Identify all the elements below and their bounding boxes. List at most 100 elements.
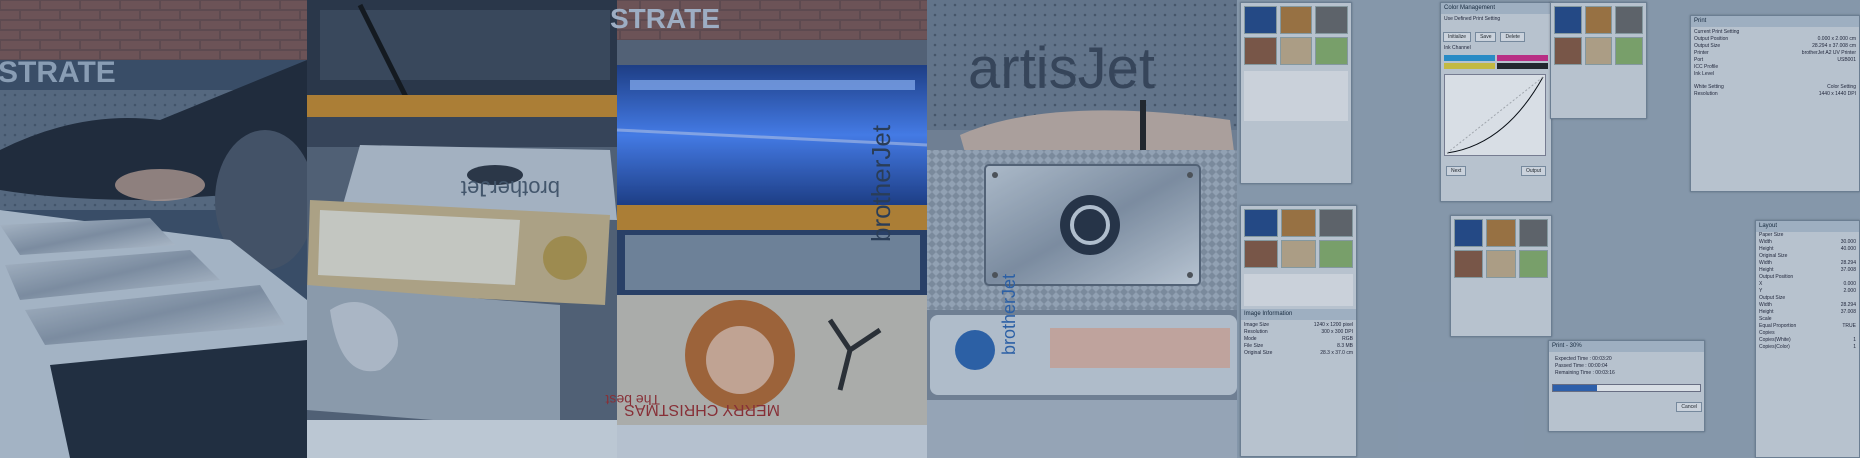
tin-label-2: brotherJet [866,124,896,242]
ink-channel-label: Ink Channel [1444,45,1471,51]
thumbnail[interactable] [1318,209,1353,237]
layout-field: Scale [1759,316,1772,322]
print-fields: Current Print Setting Output Position 0.0… [1691,27,1859,78]
yellow-swatch [1444,63,1495,69]
thumbnail[interactable] [1281,209,1316,237]
thumbnail[interactable] [1318,240,1353,268]
layout-fields: Paper Size Width 30.000 Height 40.000 Orig… [1756,232,1859,351]
output-button[interactable]: Output [1520,166,1546,176]
layout-field[interactable]: X 0.000 [1756,281,1859,288]
save-button[interactable]: Save [1475,32,1497,42]
wall-text: STRATE [0,56,116,89]
print-field: Output Position 0.000 x 2.000 cm [1694,36,1856,42]
thumbnail[interactable] [1518,250,1548,278]
resolution-row[interactable]: Resolution 1440 x 1440 DPI [1691,91,1859,98]
magenta-swatch [1497,55,1548,61]
layout-field[interactable]: Y 2.000 [1756,288,1859,295]
thumbnail[interactable] [1454,219,1484,247]
photo-panel-4: artisJet brotherJet [927,0,1237,458]
layout-field[interactable]: Copies(White) 1 [1756,337,1859,344]
layout-field: Paper Size [1759,232,1784,238]
layout-field[interactable]: Copies(Color) 1 [1756,344,1859,351]
photo-panel-2: brotherJet [307,0,617,458]
layout-field[interactable]: Width 28.294 [1756,302,1859,309]
thumbnail[interactable] [1615,6,1643,34]
info-row: Image Size 1240 x 1200 pixel [1244,322,1353,328]
thumbnail[interactable] [1315,6,1348,34]
print-field: Printer brotherJet A2 UV Printer [1694,50,1856,56]
print-field: Ink Level [1694,71,1715,77]
thumbnail[interactable] [1486,219,1516,247]
brotherjet-label: brotherJet [999,274,1019,355]
setting-headers: White Setting Color Setting [1694,84,1856,90]
expected-time: Expected Time : 00:03:20 [1555,356,1612,362]
thumbnail-grid [1241,206,1356,271]
thumbnail-grid [1551,3,1646,68]
layout-field[interactable]: Equal Proportion TRUE [1756,323,1859,330]
print-field: Port USB001 [1694,57,1856,63]
thumbnail[interactable] [1244,37,1277,65]
thumbnail-grid [1451,216,1551,281]
photo-panel-1: STRATE [0,0,315,458]
face-artwork [1244,71,1348,121]
thumbnail[interactable] [1281,240,1316,268]
window-title: Color Management [1441,3,1551,14]
next-button[interactable]: Next [1446,166,1467,176]
layout-title: Layout [1756,221,1859,232]
info-row: Original Size 28.3 x 37.0 cm [1244,350,1353,356]
print-window: Print Current Print Setting Output Posit… [1690,15,1860,192]
print-title: Print [1691,16,1859,27]
thumbnail[interactable] [1244,240,1279,268]
layout-field[interactable]: Height 37.008 [1756,267,1859,274]
thumbnail[interactable] [1584,6,1613,34]
thumbnail[interactable] [1615,37,1643,65]
image-info-title: Image Information [1241,309,1356,320]
info-row: Mode RGB [1244,336,1353,342]
progress-fill [1553,385,1598,391]
face-artwork [1244,274,1353,306]
thumbnail[interactable] [1279,37,1313,65]
print-progress-dialog: Print - 30% Expected Time : 00:03:20 Pas… [1548,340,1705,432]
layout-field: Copies [1759,330,1775,336]
initialize-button[interactable]: Initialize [1443,32,1472,42]
thumbnail[interactable] [1554,6,1582,34]
cancel-button[interactable]: Cancel [1676,402,1702,412]
thumbnail[interactable] [1244,209,1279,237]
layout-field[interactable]: Width 30.000 [1756,239,1859,246]
info-row: File Size 8.3 MB [1244,343,1353,349]
thumbnail[interactable] [1486,250,1516,278]
progress-title: Print - 30% [1549,341,1704,352]
thumbnail[interactable] [1279,6,1313,34]
thumbnail[interactable] [1244,6,1277,34]
thumbnail-window-3 [1450,215,1552,337]
thumbnail-window-2 [1550,2,1647,119]
layout-field[interactable]: Height 40.000 [1756,246,1859,253]
wall-text-2: STRATE [610,3,720,34]
color-management-window: Color Management Use Defined Print Setti… [1440,2,1552,202]
print-field: Current Print Setting [1694,29,1740,35]
thumbnail[interactable] [1554,37,1582,65]
layout-field: Output Position [1759,274,1794,280]
layout-field[interactable]: Width 28.294 [1756,260,1859,267]
thumbnail[interactable] [1584,37,1613,65]
layout-window: Layout Paper Size Width 30.000 Height 40.0… [1755,220,1860,458]
thumbnail[interactable] [1315,37,1348,65]
curve-graph[interactable] [1444,74,1546,156]
artisjet-logo: artisJet [968,36,1155,101]
thumbnail[interactable] [1518,219,1548,247]
print-field: Output Size 28.294 x 37.008 cm [1694,43,1856,49]
remaining-time: Remaining Time : 00:03:16 [1555,370,1615,376]
image-info-list: Image Size 1240 x 1200 pixel Resolution 30… [1241,320,1356,357]
layout-field[interactable]: Height 37.008 [1756,309,1859,316]
delete-button[interactable]: Delete [1500,32,1525,42]
cyan-swatch [1444,55,1495,61]
print-setting-label: Use Defined Print Setting [1444,16,1501,22]
photo-panel-3: STRATE brotherJet MERRY CHRISTMAS The be… [605,0,928,458]
image-window-1 [1240,2,1352,184]
tin-label-1: brotherJet [461,176,560,201]
thumbnail[interactable] [1454,250,1484,278]
passed-time: Passed Time : 00:00:04 [1555,363,1608,369]
progress-bar [1552,384,1701,392]
hero-banner: STRATE brotherJet STRATE brotherJet MERR… [0,0,1860,458]
xmas-text-2: The best [605,392,660,408]
